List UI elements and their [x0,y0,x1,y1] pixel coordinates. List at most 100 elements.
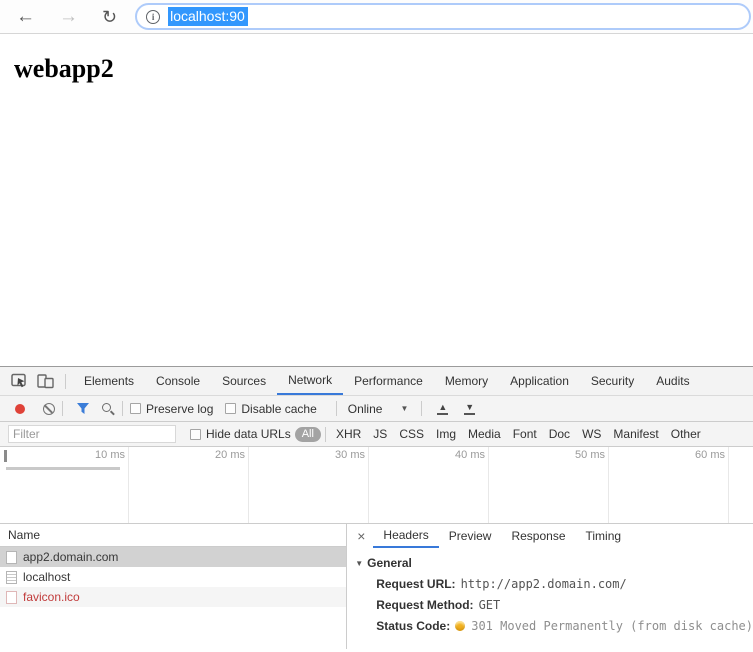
clear-icon[interactable] [43,402,55,415]
tab-elements[interactable]: Elements [73,367,145,395]
filter-type-all[interactable]: All [294,426,321,442]
import-har-icon[interactable]: ▲ [437,402,449,415]
tab-network[interactable]: Network [277,367,344,395]
close-icon[interactable]: × [357,529,365,543]
details-tabbar: × Headers Preview Response Timing [347,524,753,548]
name-column-header[interactable]: Name [0,524,347,547]
network-split-view: Name app2.domain.com localhost favicon.i… [0,524,753,649]
tab-headers[interactable]: Headers [373,524,439,548]
divider [324,426,326,442]
tick-label: 40 ms [455,449,485,461]
field-label: Status Code: [376,619,451,633]
disable-cache-label: Disable cache [241,401,317,416]
tick-label: 30 ms [335,449,365,461]
field-label: Request Method: [376,598,474,612]
divider [62,401,63,416]
chevron-down-icon[interactable]: ▼ [400,404,408,413]
network-toolbar: Preserve log Disable cache Online ▼ ▲ ▼ [0,396,753,422]
overview-activity-bar [6,467,120,470]
tab-security[interactable]: Security [580,367,645,395]
hide-data-urls-label: Hide data URLs [206,427,291,441]
tab-console[interactable]: Console [145,367,211,395]
field-value: http://app2.domain.com/ [460,577,627,591]
tick-label: 10 ms [95,449,125,461]
field-label: Request URL: [376,577,456,591]
devtools-panel: Elements Console Sources Network Perform… [0,366,753,649]
browser-toolbar: ← → ↻ i localhost:90 [0,0,753,34]
network-overview[interactable]: 10 ms 20 ms 30 ms 40 ms 50 ms 60 ms [0,447,753,524]
general-section-header[interactable]: ▼ General [355,556,753,570]
filter-funnel-icon[interactable] [76,402,90,415]
timeline-tick: 60 ms [695,447,729,523]
disclosure-triangle-icon[interactable]: ▼ [355,559,363,568]
document-icon [6,570,17,584]
overview-handle[interactable] [4,450,7,462]
address-bar[interactable]: i localhost:90 [135,3,751,30]
tab-preview[interactable]: Preview [439,524,502,548]
timeline-tick: 50 ms [575,447,609,523]
inspect-element-icon[interactable] [6,368,32,394]
search-icon[interactable] [102,403,111,412]
tab-sources[interactable]: Sources [211,367,277,395]
device-toolbar-icon[interactable] [32,368,58,394]
document-icon [6,590,17,604]
back-icon[interactable]: ← [16,7,35,26]
filter-type-js[interactable]: JS [367,427,393,441]
headers-content: ▼ General Request URL: http://app2.domai… [347,548,753,633]
divider [122,401,123,416]
url-input[interactable]: localhost:90 [168,7,248,26]
preserve-log-checkbox[interactable] [130,403,141,414]
hide-data-urls-checkbox[interactable] [190,428,201,440]
disable-cache-checkbox[interactable] [225,403,237,414]
tick-label: 20 ms [215,449,245,461]
throttling-select[interactable]: Online [348,402,383,416]
tick-label: 60 ms [695,449,725,461]
filter-type-img[interactable]: Img [430,427,462,441]
status-code-row: Status Code: 301 Moved Permanently (from… [376,619,753,633]
filter-type-doc[interactable]: Doc [543,427,576,441]
filter-type-manifest[interactable]: Manifest [607,427,664,441]
field-value: GET [478,598,501,612]
tab-timing[interactable]: Timing [576,524,632,548]
export-har-icon[interactable]: ▼ [464,402,476,415]
reload-icon[interactable]: ↻ [102,8,117,26]
network-filter-bar: Hide data URLs All XHR JS CSS Img Media … [0,422,753,447]
request-name: localhost [23,570,71,584]
divider [65,373,66,389]
tab-application[interactable]: Application [499,367,580,395]
tab-audits[interactable]: Audits [645,367,700,395]
tick-label: 50 ms [575,449,605,461]
tab-response[interactable]: Response [501,524,575,548]
filter-type-xhr[interactable]: XHR [330,427,367,441]
request-row-localhost[interactable]: localhost [0,567,346,587]
filter-input[interactable] [8,425,176,443]
request-row-favicon[interactable]: favicon.ico [0,587,347,607]
page-content: webapp2 [0,34,753,366]
filter-type-other[interactable]: Other [665,427,707,441]
devtools-tabbar: Elements Console Sources Network Perform… [0,367,753,396]
timeline-tick: 20 ms [215,447,249,523]
record-icon[interactable] [15,403,25,414]
field-value: 301 Moved Permanently (from disk cache) [471,619,753,633]
request-name: favicon.ico [23,590,80,604]
requests-pane: Name app2.domain.com localhost favicon.i… [0,524,348,649]
request-name: app2.domain.com [23,550,119,564]
tab-performance[interactable]: Performance [343,367,434,395]
timeline-tick: 40 ms [455,447,489,523]
status-dot-icon [455,621,466,631]
divider [335,401,337,416]
timeline-tick: 30 ms [335,447,369,523]
filter-type-ws[interactable]: WS [576,427,607,441]
section-title: General [367,556,412,570]
filter-type-media[interactable]: Media [462,427,507,441]
request-url-row: Request URL: http://app2.domain.com/ [376,577,753,591]
timeline-tick: 10 ms [95,447,129,523]
request-details-pane: × Headers Preview Response Timing ▼ Gene… [347,524,753,649]
document-icon [6,550,17,564]
request-row-app2[interactable]: app2.domain.com [0,547,347,567]
info-icon[interactable]: i [146,9,161,24]
filter-type-font[interactable]: Font [507,427,543,441]
filter-type-css[interactable]: CSS [393,427,430,441]
forward-icon[interactable]: → [59,7,78,26]
tab-memory[interactable]: Memory [434,367,499,395]
